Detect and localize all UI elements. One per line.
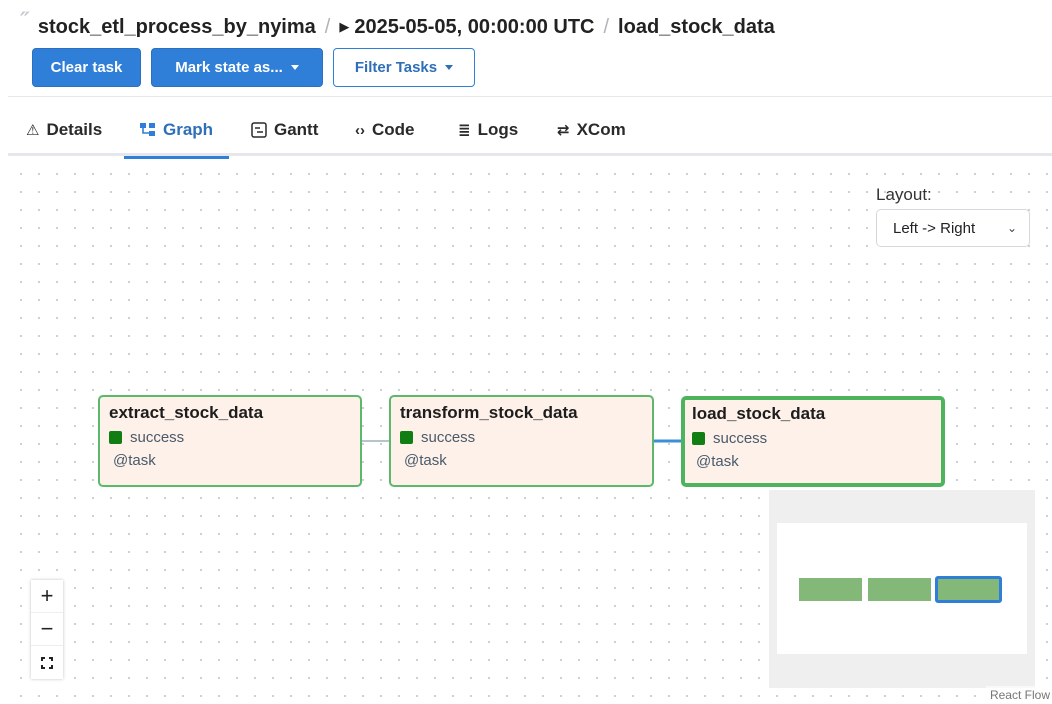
zoom-in-button[interactable]: +	[31, 580, 63, 613]
task-node-name: extract_stock_data	[109, 403, 264, 422]
breadcrumb-run[interactable]: 2025-05-05, 00:00:00 UTC	[354, 16, 594, 39]
tab-graph[interactable]: Graph	[124, 104, 230, 159]
fit-view-button[interactable]	[31, 646, 63, 679]
task-node-state: success	[692, 430, 767, 447]
code-icon: ‹›	[355, 121, 365, 139]
tab-label: Logs	[477, 120, 519, 139]
warning-triangle-icon: ⚠	[26, 122, 40, 139]
breadcrumb-dag-id[interactable]: stock_etl_process_by_nyima	[38, 16, 316, 39]
filter-tasks-button[interactable]: Filter Tasks	[333, 48, 475, 87]
tab-code[interactable]: ‹› Code	[355, 104, 415, 156]
header-divider	[8, 96, 1052, 97]
tab-gantt[interactable]: Gantt	[251, 104, 318, 156]
caret-down-icon	[445, 65, 454, 70]
task-node-state: success	[400, 429, 475, 446]
minus-icon: −	[40, 616, 54, 641]
logs-icon: ≣	[458, 122, 471, 139]
gantt-icon	[251, 122, 267, 138]
task-node-state-label: success	[713, 430, 768, 447]
task-node-name: load_stock_data	[692, 404, 826, 423]
zoom-controls: + −	[31, 580, 63, 679]
fit-view-icon	[41, 656, 53, 669]
tab-xcom[interactable]: ⇄ XCom	[557, 104, 626, 156]
breadcrumb-task-id[interactable]: load_stock_data	[618, 16, 775, 39]
task-node-name: transform_stock_data	[400, 403, 578, 422]
caret-down-icon	[290, 65, 299, 70]
task-node-load[interactable]: load_stock_data success @task	[681, 396, 945, 487]
filter-tasks-label: Filter Tasks	[354, 59, 438, 76]
dag-quote-icon: ″	[20, 8, 30, 34]
tab-logs[interactable]: ≣ Logs	[458, 104, 518, 156]
task-node-decorator: @task	[404, 452, 447, 469]
tab-label: XCom	[576, 120, 626, 139]
graph-icon	[140, 123, 156, 137]
plus-icon: +	[40, 583, 54, 608]
xcom-icon: ⇄	[557, 122, 570, 139]
mark-state-button[interactable]: Mark state as...	[151, 48, 323, 87]
task-node-transform[interactable]: transform_stock_data success @task	[389, 395, 654, 487]
tab-label: Details	[46, 120, 103, 139]
breadcrumb-separator: /	[603, 15, 610, 38]
task-node-state: success	[109, 429, 184, 446]
minimap-node-extract	[799, 578, 862, 601]
task-node-state-label: success	[130, 429, 185, 446]
graph-canvas[interactable]: Layout: Left -> Right ⌄ extract_stock_da…	[8, 159, 1052, 704]
minimap-node-load	[935, 576, 1002, 603]
tab-label: Code	[372, 120, 415, 139]
breadcrumb-separator: /	[324, 15, 331, 38]
minimap-node-transform	[868, 578, 931, 601]
tab-label: Graph	[163, 120, 214, 139]
task-node-decorator: @task	[696, 453, 739, 470]
task-tabs: ⚠ Details Graph Gantt ‹› Code ≣ Logs ⇄ X…	[8, 104, 1052, 159]
breadcrumb: ″ stock_etl_process_by_nyima / ▶ 2025-05…	[20, 8, 775, 42]
task-node-decorator: @task	[113, 452, 156, 469]
task-actions: Clear task Mark state as... Filter Tasks	[32, 48, 475, 87]
minimap[interactable]	[769, 490, 1035, 688]
tab-details[interactable]: ⚠ Details	[26, 104, 102, 156]
clear-task-button[interactable]: Clear task	[32, 48, 141, 87]
success-state-icon	[400, 431, 413, 444]
success-state-icon	[109, 431, 122, 444]
clear-task-label: Clear task	[50, 59, 123, 76]
task-node-extract[interactable]: extract_stock_data success @task	[98, 395, 362, 487]
success-state-icon	[692, 432, 705, 445]
react-flow-attribution[interactable]: React Flow	[985, 686, 1050, 704]
task-node-state-label: success	[421, 429, 476, 446]
run-play-icon: ▶	[339, 19, 350, 34]
zoom-out-button[interactable]: −	[31, 613, 63, 646]
tab-label: Gantt	[274, 120, 319, 139]
mark-state-label: Mark state as...	[175, 59, 283, 76]
